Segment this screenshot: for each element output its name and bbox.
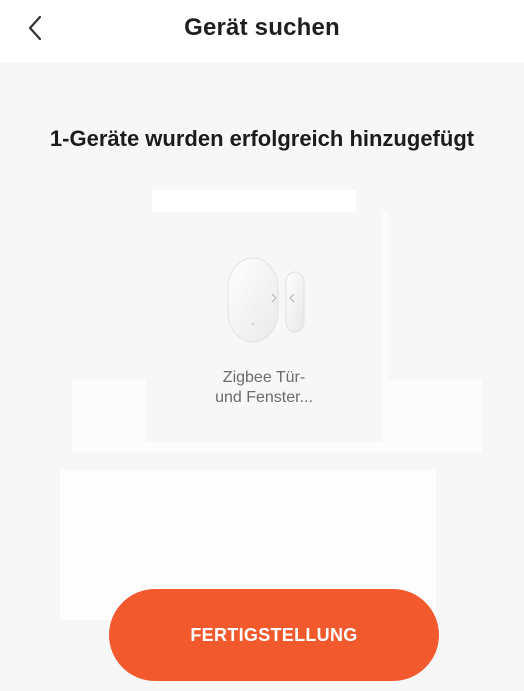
background-patch xyxy=(152,190,356,212)
top-bar: Gerät suchen xyxy=(0,0,524,62)
finish-button[interactable]: FERTIGSTELLUNG xyxy=(109,589,439,681)
page-title: Gerät suchen xyxy=(184,14,340,41)
content-area: 1-Geräte wurden erfolgreich hinzugefügt xyxy=(0,62,524,691)
device-name-line-1: Zigbee Tür- xyxy=(222,369,306,386)
device-name-line-2: und Fenster... xyxy=(215,389,313,406)
device-name: Zigbee Tür- und Fenster... xyxy=(146,368,382,408)
device-card[interactable]: Zigbee Tür- und Fenster... xyxy=(146,212,382,442)
success-message: 1-Geräte wurden erfolgreich hinzugefügt xyxy=(49,126,475,151)
device-search-screen: Gerät suchen 1-Geräte wurden erfolgreich… xyxy=(0,0,524,691)
door-window-sensor-icon xyxy=(227,257,305,343)
